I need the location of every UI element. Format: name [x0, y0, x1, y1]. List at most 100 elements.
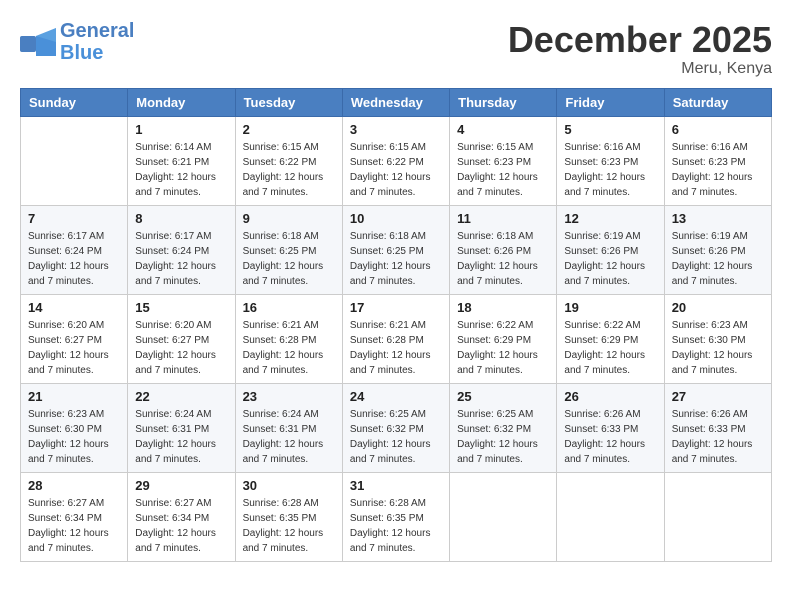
day-info: Sunrise: 6:17 AM Sunset: 6:24 PM Dayligh… — [28, 229, 120, 289]
day-info: Sunrise: 6:18 AM Sunset: 6:25 PM Dayligh… — [243, 229, 335, 289]
day-info: Sunrise: 6:21 AM Sunset: 6:28 PM Dayligh… — [350, 318, 442, 378]
calendar-cell: 29 Sunrise: 6:27 AM Sunset: 6:34 PM Dayli… — [128, 472, 235, 561]
day-info: Sunrise: 6:14 AM Sunset: 6:21 PM Dayligh… — [135, 140, 227, 200]
day-info: Sunrise: 6:15 AM Sunset: 6:22 PM Dayligh… — [243, 140, 335, 200]
calendar-cell: 2 Sunrise: 6:15 AM Sunset: 6:22 PM Daylig… — [235, 116, 342, 205]
calendar-header-row: Sunday Monday Tuesday Wednesday Thursday… — [21, 88, 772, 116]
calendar-week-row: 7 Sunrise: 6:17 AM Sunset: 6:24 PM Daylig… — [21, 205, 772, 294]
logo-text-general: General — [60, 20, 134, 42]
location-label: Meru, Kenya — [508, 60, 772, 78]
calendar-cell: 16 Sunrise: 6:21 AM Sunset: 6:28 PM Dayli… — [235, 294, 342, 383]
day-info: Sunrise: 6:25 AM Sunset: 6:32 PM Dayligh… — [457, 407, 549, 467]
day-info: Sunrise: 6:20 AM Sunset: 6:27 PM Dayligh… — [28, 318, 120, 378]
day-number: 28 — [28, 478, 120, 493]
day-number: 14 — [28, 300, 120, 315]
day-number: 29 — [135, 478, 227, 493]
calendar-cell — [664, 472, 771, 561]
day-number: 9 — [243, 211, 335, 226]
calendar-cell: 6Sunrise: 6:16 AM Sunset: 6:23 PM Daylig… — [664, 116, 771, 205]
day-number: 25 — [457, 389, 549, 404]
calendar-cell: 18Sunrise: 6:22 AM Sunset: 6:29 PM Dayli… — [450, 294, 557, 383]
day-info: Sunrise: 6:26 AM Sunset: 6:33 PM Dayligh… — [672, 407, 764, 467]
day-number: 24 — [350, 389, 442, 404]
day-number: 7 — [28, 211, 120, 226]
day-number: 4 — [457, 122, 549, 137]
calendar-cell: 10 Sunrise: 6:18 AM Sunset: 6:25 PM Dayli… — [342, 205, 449, 294]
day-number: 18 — [457, 300, 549, 315]
calendar-cell: 20 Sunrise: 6:23 AM Sunset: 6:30 PM Dayli… — [664, 294, 771, 383]
day-number: 21 — [28, 389, 120, 404]
day-info: Sunrise: 6:28 AM Sunset: 6:35 PM Dayligh… — [350, 496, 442, 556]
calendar-cell: 19 Sunrise: 6:22 AM Sunset: 6:29 PM Dayli… — [557, 294, 664, 383]
calendar-cell: 15Sunrise: 6:20 AM Sunset: 6:27 PM Dayli… — [128, 294, 235, 383]
calendar-cell: 30 Sunrise: 6:28 AM Sunset: 6:35 PM Dayli… — [235, 472, 342, 561]
day-info: Sunrise: 6:27 AM Sunset: 6:34 PM Dayligh… — [135, 496, 227, 556]
calendar-cell: 11Sunrise: 6:18 AM Sunset: 6:26 PM Dayli… — [450, 205, 557, 294]
day-number: 12 — [564, 211, 656, 226]
calendar-cell: 25 Sunrise: 6:25 AM Sunset: 6:32 PM Dayli… — [450, 383, 557, 472]
day-info: Sunrise: 6:23 AM Sunset: 6:30 PM Dayligh… — [28, 407, 120, 467]
col-monday: Monday — [128, 88, 235, 116]
calendar-cell: 24Sunrise: 6:25 AM Sunset: 6:32 PM Dayli… — [342, 383, 449, 472]
day-info: Sunrise: 6:15 AM Sunset: 6:23 PM Dayligh… — [457, 140, 549, 200]
col-friday: Friday — [557, 88, 664, 116]
day-number: 16 — [243, 300, 335, 315]
title-section: December 2025 Meru, Kenya — [508, 20, 772, 78]
day-number: 13 — [672, 211, 764, 226]
day-number: 30 — [243, 478, 335, 493]
day-info: Sunrise: 6:18 AM Sunset: 6:25 PM Dayligh… — [350, 229, 442, 289]
calendar-week-row: 1 Sunrise: 6:14 AM Sunset: 6:21 PM Daylig… — [21, 116, 772, 205]
day-number: 19 — [564, 300, 656, 315]
day-info: Sunrise: 6:17 AM Sunset: 6:24 PM Dayligh… — [135, 229, 227, 289]
day-number: 20 — [672, 300, 764, 315]
calendar-cell: 9 Sunrise: 6:18 AM Sunset: 6:25 PM Daylig… — [235, 205, 342, 294]
calendar-cell — [450, 472, 557, 561]
day-info: Sunrise: 6:20 AM Sunset: 6:27 PM Dayligh… — [135, 318, 227, 378]
day-info: Sunrise: 6:24 AM Sunset: 6:31 PM Dayligh… — [135, 407, 227, 467]
calendar-cell: 31Sunrise: 6:28 AM Sunset: 6:35 PM Dayli… — [342, 472, 449, 561]
month-year-title: December 2025 — [508, 20, 772, 60]
day-number: 5 — [564, 122, 656, 137]
day-info: Sunrise: 6:16 AM Sunset: 6:23 PM Dayligh… — [672, 140, 764, 200]
calendar-week-row: 14 Sunrise: 6:20 AM Sunset: 6:27 PM Dayli… — [21, 294, 772, 383]
calendar-cell: 5 Sunrise: 6:16 AM Sunset: 6:23 PM Daylig… — [557, 116, 664, 205]
day-number: 3 — [350, 122, 442, 137]
day-info: Sunrise: 6:19 AM Sunset: 6:26 PM Dayligh… — [564, 229, 656, 289]
day-info: Sunrise: 6:16 AM Sunset: 6:23 PM Dayligh… — [564, 140, 656, 200]
logo-text-blue: Blue — [60, 42, 134, 64]
calendar-cell: 17 Sunrise: 6:21 AM Sunset: 6:28 PM Dayli… — [342, 294, 449, 383]
calendar-cell: 4 Sunrise: 6:15 AM Sunset: 6:23 PM Daylig… — [450, 116, 557, 205]
day-info: Sunrise: 6:27 AM Sunset: 6:34 PM Dayligh… — [28, 496, 120, 556]
day-number: 27 — [672, 389, 764, 404]
calendar-cell: 27 Sunrise: 6:26 AM Sunset: 6:33 PM Dayli… — [664, 383, 771, 472]
day-info: Sunrise: 6:22 AM Sunset: 6:29 PM Dayligh… — [564, 318, 656, 378]
day-number: 10 — [350, 211, 442, 226]
calendar-cell: 3 Sunrise: 6:15 AM Sunset: 6:22 PM Daylig… — [342, 116, 449, 205]
calendar-table: Sunday Monday Tuesday Wednesday Thursday… — [20, 88, 772, 562]
page-header: General Blue December 2025 Meru, Kenya — [20, 20, 772, 78]
day-number: 1 — [135, 122, 227, 137]
day-number: 17 — [350, 300, 442, 315]
day-number: 22 — [135, 389, 227, 404]
day-info: Sunrise: 6:23 AM Sunset: 6:30 PM Dayligh… — [672, 318, 764, 378]
day-info: Sunrise: 6:21 AM Sunset: 6:28 PM Dayligh… — [243, 318, 335, 378]
calendar-cell: 7 Sunrise: 6:17 AM Sunset: 6:24 PM Daylig… — [21, 205, 128, 294]
day-info: Sunrise: 6:28 AM Sunset: 6:35 PM Dayligh… — [243, 496, 335, 556]
calendar-cell: 28 Sunrise: 6:27 AM Sunset: 6:34 PM Dayli… — [21, 472, 128, 561]
calendar-cell: 22 Sunrise: 6:24 AM Sunset: 6:31 PM Dayli… — [128, 383, 235, 472]
calendar-cell — [557, 472, 664, 561]
day-number: 2 — [243, 122, 335, 137]
day-info: Sunrise: 6:24 AM Sunset: 6:31 PM Dayligh… — [243, 407, 335, 467]
day-info: Sunrise: 6:26 AM Sunset: 6:33 PM Dayligh… — [564, 407, 656, 467]
calendar-cell: 13Sunrise: 6:19 AM Sunset: 6:26 PM Dayli… — [664, 205, 771, 294]
day-number: 11 — [457, 211, 549, 226]
col-wednesday: Wednesday — [342, 88, 449, 116]
calendar-cell — [21, 116, 128, 205]
calendar-cell: 1 Sunrise: 6:14 AM Sunset: 6:21 PM Daylig… — [128, 116, 235, 205]
day-number: 23 — [243, 389, 335, 404]
col-saturday: Saturday — [664, 88, 771, 116]
calendar-cell: 26Sunrise: 6:26 AM Sunset: 6:33 PM Dayli… — [557, 383, 664, 472]
logo: General Blue — [20, 20, 134, 64]
calendar-cell: 14 Sunrise: 6:20 AM Sunset: 6:27 PM Dayli… — [21, 294, 128, 383]
day-info: Sunrise: 6:15 AM Sunset: 6:22 PM Dayligh… — [350, 140, 442, 200]
